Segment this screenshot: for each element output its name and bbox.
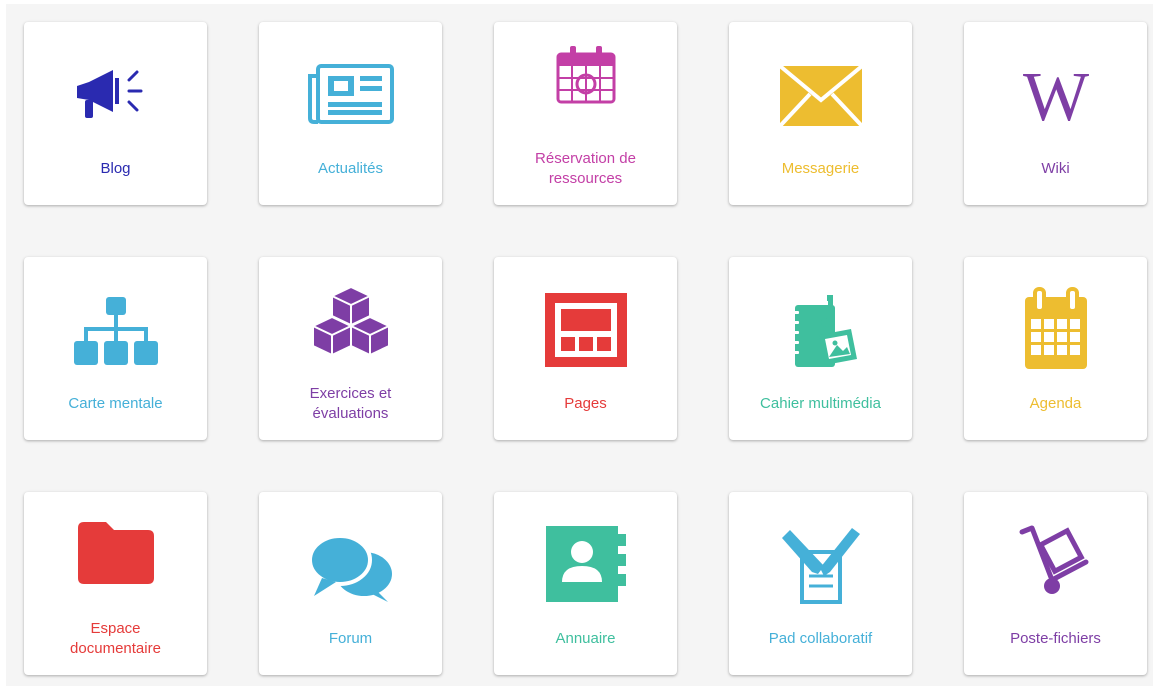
app-tile-blog[interactable]: Blog — [24, 22, 207, 205]
address-book-icon — [545, 526, 626, 602]
envelope-icon — [778, 64, 863, 128]
app-label: Wiki — [1041, 160, 1070, 177]
app-tile-agenda[interactable]: Agenda — [964, 257, 1147, 440]
app-label: Réservation de ressources — [535, 150, 636, 187]
chat-bubbles-icon — [307, 534, 392, 602]
app-tile-wiki[interactable]: W Wiki — [964, 22, 1147, 205]
app-label: Actualités — [317, 160, 384, 177]
app-label: Forum — [328, 630, 373, 647]
app-tile-cahier-multimedia[interactable]: Cahier multimédia — [729, 257, 912, 440]
wikipedia-w-icon: W — [1022, 64, 1088, 128]
multimedia-notebook-icon — [790, 295, 857, 367]
apps-page: Blog Actualités Réservation de ressource… — [6, 4, 1153, 686]
app-label: Exercices et évaluations — [309, 385, 392, 422]
app-tile-annuaire[interactable]: Annuaire — [494, 492, 677, 675]
calendar-icon — [1024, 287, 1087, 369]
page-layout-icon — [544, 293, 627, 367]
app-label: Pages — [564, 395, 607, 412]
app-label: Agenda — [1029, 395, 1082, 412]
app-tile-pages[interactable]: Pages — [494, 257, 677, 440]
app-label: Blog — [100, 160, 131, 177]
app-tile-carte-mentale[interactable]: Carte mentale — [24, 257, 207, 440]
folder-icon — [77, 522, 154, 584]
app-tile-actualites[interactable]: Actualités — [259, 22, 442, 205]
svg-text:W: W — [1022, 64, 1088, 128]
hand-truck-icon — [1019, 525, 1088, 594]
app-label: Annuaire — [555, 630, 616, 647]
app-tile-espace-documentaire[interactable]: Espace documentaire — [24, 492, 207, 675]
calendar-booking-icon — [556, 46, 615, 104]
app-label: Pad collaboratif — [768, 630, 873, 647]
org-chart-icon — [73, 297, 158, 365]
app-label: Espace documentaire — [70, 620, 161, 657]
app-tile-forum[interactable]: Forum — [259, 492, 442, 675]
cubes-icon — [311, 286, 390, 356]
app-tile-reservation[interactable]: Réservation de ressources — [494, 22, 677, 205]
app-tile-messagerie[interactable]: Messagerie — [729, 22, 912, 205]
app-tile-pad-collaboratif[interactable]: Pad collaboratif — [729, 492, 912, 675]
app-label: Carte mentale — [68, 395, 163, 412]
app-label: Poste-fichiers — [1010, 630, 1101, 647]
app-label: Messagerie — [781, 160, 860, 177]
collaborative-pad-icon — [781, 528, 860, 604]
app-tile-exercices[interactable]: Exercices et évaluations — [259, 257, 442, 440]
app-tile-poste-fichiers[interactable]: Poste-fichiers — [964, 492, 1147, 675]
megaphone-icon — [76, 70, 142, 118]
app-label: Cahier multimédia — [760, 395, 881, 412]
newspaper-icon — [307, 64, 394, 124]
